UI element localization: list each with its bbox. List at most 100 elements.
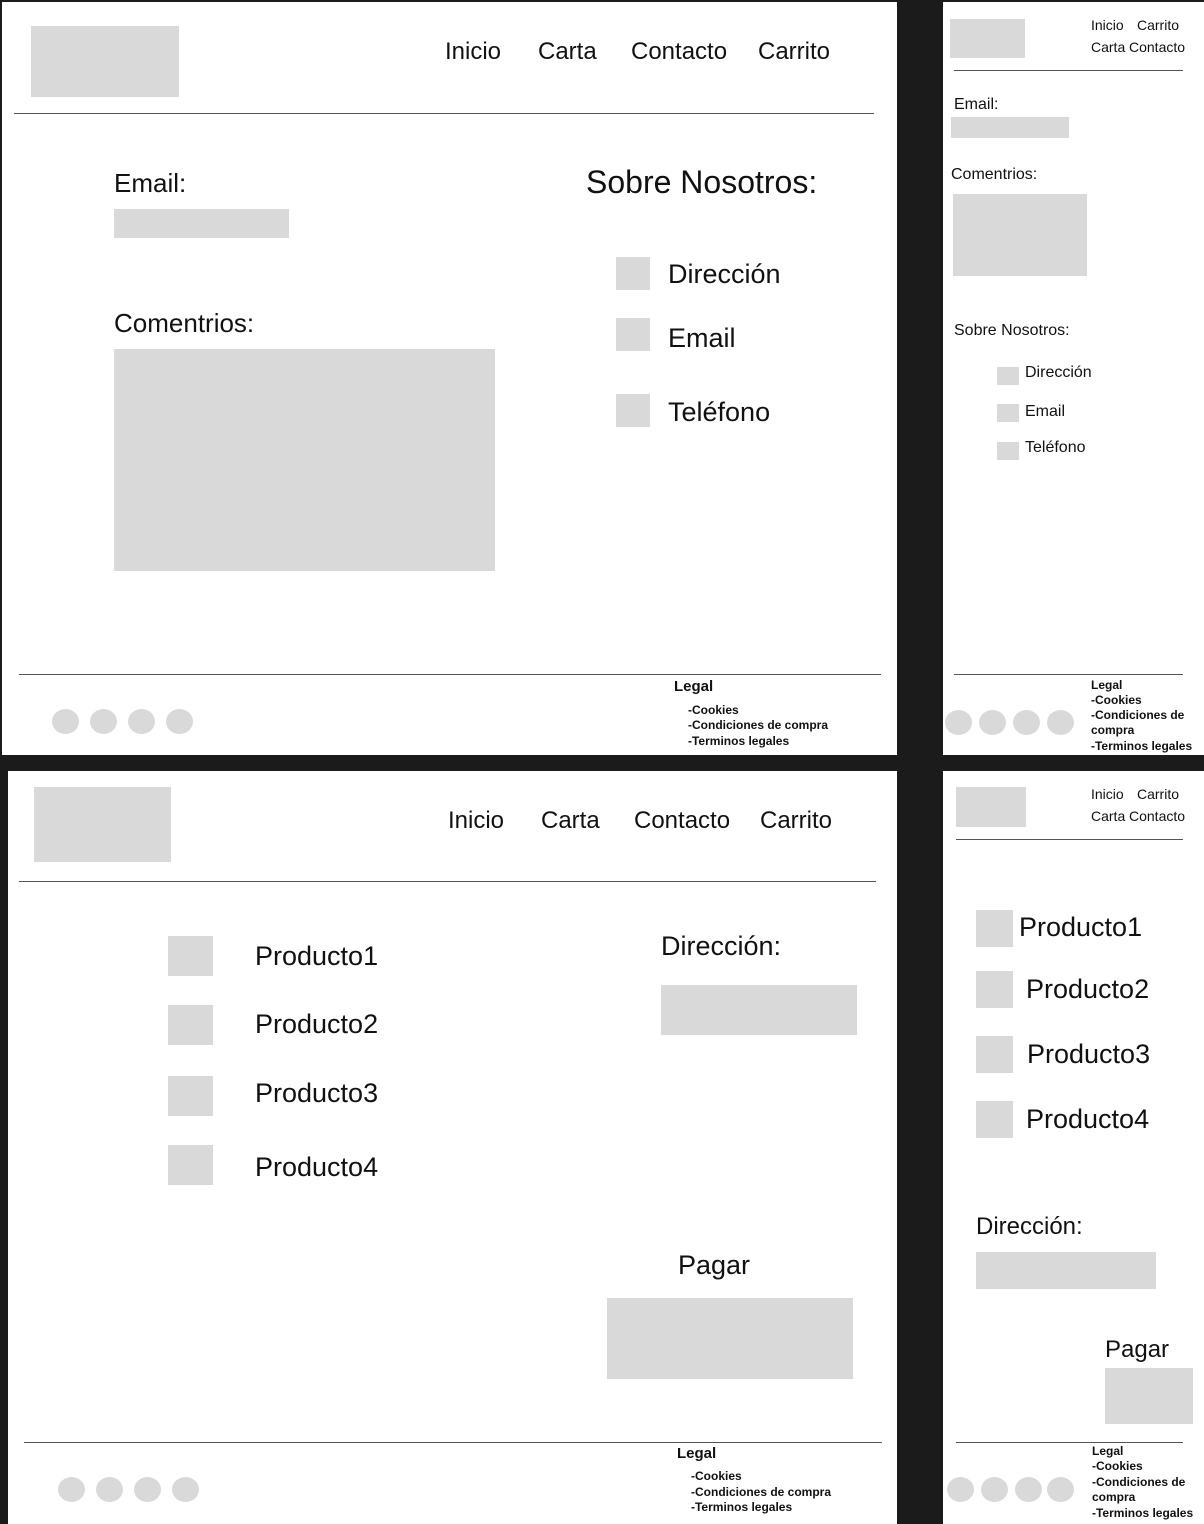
email-icon (997, 404, 1019, 422)
product-name[interactable]: Producto2 (255, 1009, 378, 1040)
about-email: Email (1025, 403, 1066, 420)
product-name[interactable]: Producto2 (1026, 974, 1149, 1005)
product-image[interactable] (976, 1036, 1013, 1073)
legal-conditions-cont[interactable]: compra (1092, 1490, 1135, 1505)
product-name[interactable]: Producto1 (1019, 912, 1142, 943)
footer-divider (19, 674, 881, 675)
social-icon[interactable] (172, 1477, 199, 1502)
nav-carrito[interactable]: Carrito (760, 807, 832, 835)
legal-conditions[interactable]: -Condiciones de compra (691, 1485, 831, 1500)
nav-contacto[interactable]: Contacto (631, 38, 727, 66)
address-icon (997, 367, 1019, 385)
logo[interactable] (956, 787, 1026, 827)
product-name[interactable]: Producto3 (1027, 1039, 1150, 1070)
logo[interactable] (31, 26, 179, 97)
mobile-cart-page: Inicio Carrito Carta Contacto Producto1 … (943, 771, 1204, 1524)
social-icon[interactable] (947, 1477, 974, 1502)
header-divider (19, 881, 876, 882)
about-address: Dirección (1025, 364, 1092, 381)
social-icon[interactable] (90, 709, 117, 734)
nav-carrito[interactable]: Carrito (1137, 17, 1179, 33)
legal-terms[interactable]: -Terminos legales (1091, 739, 1192, 754)
about-title: Sobre Nosotros: (586, 164, 818, 200)
nav-contacto[interactable]: Contacto (1129, 39, 1185, 55)
product-image[interactable] (168, 1076, 213, 1116)
about-address: Dirección (668, 259, 781, 289)
legal-terms[interactable]: -Terminos legales (1092, 1506, 1193, 1521)
product-name[interactable]: Producto4 (1026, 1104, 1149, 1135)
product-name[interactable]: Producto4 (255, 1152, 378, 1183)
nav-contacto[interactable]: Contacto (1129, 808, 1185, 824)
pay-label: Pagar (1105, 1336, 1170, 1363)
nav-carta[interactable]: Carta (538, 38, 597, 66)
email-icon (616, 318, 650, 351)
footer-divider (24, 1442, 882, 1443)
product-name[interactable]: Producto3 (255, 1078, 378, 1109)
pay-button[interactable] (1105, 1368, 1193, 1424)
nav-carta[interactable]: Carta (1091, 808, 1125, 824)
legal-title: Legal (677, 1445, 717, 1462)
product-image[interactable] (976, 910, 1013, 947)
legal-conditions[interactable]: -Condiciones de compra (688, 718, 828, 733)
social-icon[interactable] (945, 710, 972, 735)
social-icon[interactable] (1047, 710, 1074, 735)
about-phone: Teléfono (668, 397, 771, 427)
legal-cookies[interactable]: -Cookies (1092, 1459, 1143, 1474)
phone-icon (616, 394, 650, 427)
legal-conditions-cont[interactable]: compra (1091, 723, 1134, 738)
address-input[interactable] (976, 1252, 1156, 1289)
nav-carrito[interactable]: Carrito (1137, 786, 1179, 802)
product-image[interactable] (168, 936, 213, 976)
phone-icon (997, 442, 1019, 460)
social-icon[interactable] (166, 709, 193, 734)
logo[interactable] (950, 19, 1025, 58)
social-icon[interactable] (134, 1477, 161, 1502)
social-icon[interactable] (981, 1477, 1008, 1502)
legal-cookies[interactable]: -Cookies (1091, 693, 1142, 708)
product-image[interactable] (168, 1145, 213, 1185)
legal-title: Legal (1091, 678, 1123, 692)
desktop-cart-page: Inicio Carta Contacto Carrito Producto1 … (8, 771, 897, 1524)
product-image[interactable] (976, 1101, 1013, 1138)
comments-textarea[interactable] (953, 194, 1087, 276)
legal-cookies[interactable]: -Cookies (688, 703, 739, 718)
product-name[interactable]: Producto1 (255, 941, 378, 972)
nav-inicio[interactable]: Inicio (445, 38, 501, 66)
legal-conditions[interactable]: -Condiciones de (1091, 708, 1184, 723)
social-icon[interactable] (1047, 1477, 1074, 1502)
mobile-contact-page: Inicio Carrito Carta Contacto Email: Com… (943, 2, 1204, 755)
address-input[interactable] (661, 985, 857, 1035)
legal-cookies[interactable]: -Cookies (691, 1469, 742, 1484)
product-image[interactable] (168, 1005, 213, 1045)
footer-divider (956, 1442, 1183, 1443)
comments-textarea[interactable] (114, 349, 495, 571)
social-icon[interactable] (1013, 710, 1040, 735)
email-input[interactable] (114, 209, 289, 238)
social-icon[interactable] (128, 709, 155, 734)
address-icon (616, 257, 650, 290)
header-divider (956, 839, 1183, 840)
comments-label: Comentrios: (114, 308, 255, 338)
about-phone: Teléfono (1025, 439, 1086, 456)
legal-conditions[interactable]: -Condiciones de (1092, 1475, 1185, 1490)
social-icon[interactable] (1015, 1477, 1042, 1502)
nav-carta[interactable]: Carta (1091, 39, 1125, 55)
social-icon[interactable] (58, 1477, 85, 1502)
nav-contacto[interactable]: Contacto (634, 807, 730, 835)
social-icon[interactable] (96, 1477, 123, 1502)
product-image[interactable] (976, 971, 1013, 1008)
email-input[interactable] (951, 117, 1069, 138)
email-label: Email: (954, 96, 999, 113)
nav-inicio[interactable]: Inicio (1091, 17, 1124, 33)
logo[interactable] (34, 787, 171, 862)
nav-carrito[interactable]: Carrito (758, 38, 830, 66)
legal-terms[interactable]: -Terminos legales (688, 734, 789, 749)
nav-inicio[interactable]: Inicio (1091, 786, 1124, 802)
social-icon[interactable] (52, 709, 79, 734)
nav-carta[interactable]: Carta (541, 807, 600, 835)
pay-button[interactable] (607, 1298, 853, 1379)
legal-terms[interactable]: -Terminos legales (691, 1500, 792, 1515)
nav-inicio[interactable]: Inicio (448, 807, 504, 835)
legal-title: Legal (674, 678, 714, 695)
social-icon[interactable] (979, 710, 1006, 735)
